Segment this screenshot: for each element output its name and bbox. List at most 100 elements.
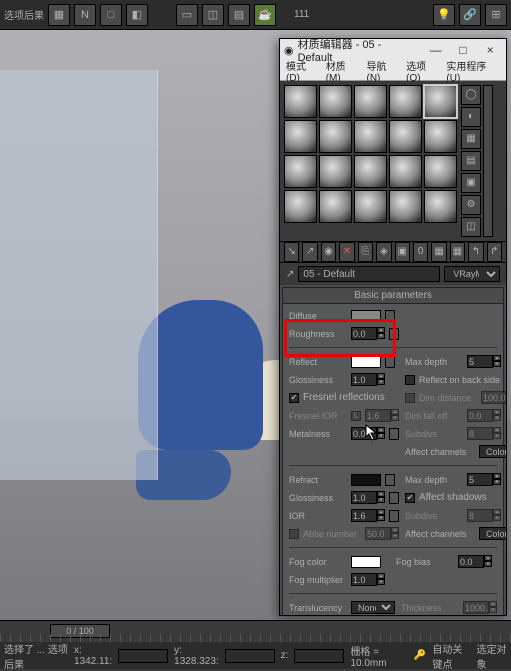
diffuse-swatch[interactable] (351, 310, 381, 322)
minimize-button[interactable]: — (424, 41, 447, 59)
backside-checkbox[interactable] (405, 375, 415, 385)
abbe-checkbox[interactable] (289, 529, 299, 539)
map-button[interactable] (389, 492, 399, 504)
material-slot[interactable] (354, 120, 387, 153)
dim-dist-checkbox[interactable] (405, 393, 415, 403)
material-slot[interactable] (319, 120, 352, 153)
go-parent-icon[interactable]: ↰ (468, 242, 483, 262)
material-id-icon[interactable]: 0 (413, 242, 428, 262)
fog-color-swatch[interactable] (351, 556, 381, 568)
material-slot[interactable] (319, 85, 352, 118)
refract-swatch[interactable] (351, 474, 381, 486)
render-button[interactable]: ☕ (254, 4, 276, 26)
abbe-spinner[interactable]: ▴▾ (365, 527, 399, 540)
map-button[interactable] (385, 474, 395, 486)
tool-button[interactable]: ⊞ (485, 4, 507, 26)
affect-t-dropdown[interactable]: Color only (479, 527, 506, 540)
material-slot[interactable] (354, 155, 387, 188)
material-slot[interactable] (389, 85, 422, 118)
show-end-icon[interactable]: ▦ (450, 242, 465, 262)
ior-spinner[interactable]: ▴▾ (351, 509, 385, 522)
affect-shadows-checkbox[interactable]: ✔ (405, 493, 415, 503)
material-slot[interactable] (424, 155, 457, 188)
background-icon[interactable]: ▦ (461, 129, 481, 149)
tool-button[interactable]: ▭ (176, 4, 198, 26)
max-depth-t-spinner[interactable]: ▴▾ (467, 473, 501, 486)
scrollbar[interactable] (483, 85, 493, 237)
fog-mult-spinner[interactable]: ▴▾ (351, 573, 385, 586)
pick-icon[interactable]: ↗ (286, 269, 294, 280)
go-forward-icon[interactable]: ↱ (487, 242, 502, 262)
roughness-spinner[interactable]: ▴▾ (351, 327, 385, 340)
menu-material[interactable]: 材质(M) (326, 58, 361, 84)
tool-button[interactable]: □ (100, 4, 122, 26)
tool-button[interactable]: N (74, 4, 96, 26)
get-material-icon[interactable]: ↘ (284, 242, 299, 262)
material-slot[interactable] (284, 155, 317, 188)
reset-icon[interactable]: ✕ (339, 242, 354, 262)
gloss-t-spinner[interactable]: ▴▾ (351, 491, 385, 504)
make-unique-icon[interactable]: ◈ (376, 242, 391, 262)
material-slot[interactable] (319, 190, 352, 223)
rollup-header[interactable]: Basic parameters (283, 288, 503, 304)
lock-icon[interactable]: L (351, 411, 361, 421)
close-button[interactable]: × (479, 41, 502, 59)
material-slot[interactable] (284, 190, 317, 223)
backlight-icon[interactable]: ◐ (461, 107, 481, 127)
material-slot[interactable] (389, 120, 422, 153)
map-button[interactable] (389, 428, 399, 440)
show-map-icon[interactable]: ▦ (431, 242, 446, 262)
options-icon[interactable]: ⚙ (461, 195, 481, 215)
reflect-swatch[interactable] (351, 356, 381, 368)
select-icon[interactable]: ◫ (461, 217, 481, 237)
x-input[interactable] (118, 649, 168, 663)
timeline[interactable]: 0 / 100 (0, 620, 511, 642)
y-input[interactable] (225, 649, 275, 663)
material-slot[interactable] (389, 190, 422, 223)
subdivs-t-spinner[interactable]: ▴▾ (467, 509, 501, 522)
material-type-button[interactable]: VRayMtl (444, 266, 500, 282)
menu-util[interactable]: 实用程序(U) (446, 58, 500, 84)
material-name-input[interactable] (298, 266, 440, 282)
tool-button[interactable]: ▦ (48, 4, 70, 26)
material-slot[interactable] (424, 190, 457, 223)
menu-mode[interactable]: 模式(D) (286, 58, 320, 84)
fresnel-ior-spinner[interactable]: ▴▾ (365, 409, 399, 422)
translucency-dropdown[interactable]: None (351, 601, 395, 614)
material-slot[interactable] (284, 120, 317, 153)
sample-type-icon[interactable]: ◯ (461, 85, 481, 105)
auto-key-button[interactable]: 自动关键点 (432, 641, 470, 671)
fog-bias-spinner[interactable]: ▴▾ (458, 555, 492, 568)
menu-options[interactable]: 选项(O) (406, 58, 440, 84)
tool-button[interactable]: ◫ (202, 4, 224, 26)
link-icon[interactable]: 🔗 (459, 4, 481, 26)
z-input[interactable] (294, 649, 344, 663)
lock-icon[interactable]: 🔑 (414, 650, 426, 661)
light-icon[interactable]: 💡 (433, 4, 455, 26)
uv-icon[interactable]: ▤ (461, 151, 481, 171)
tool-button[interactable]: ◧ (126, 4, 148, 26)
maximize-button[interactable]: □ (451, 41, 474, 59)
thickness-spinner[interactable]: ▴▾ (463, 601, 497, 614)
tool-button[interactable]: ▤ (228, 4, 250, 26)
material-slot-selected[interactable] (424, 85, 457, 118)
subdivs-spinner[interactable]: ▴▾ (467, 427, 501, 440)
map-button[interactable] (385, 356, 395, 368)
video-icon[interactable]: ▣ (461, 173, 481, 193)
copy-icon[interactable]: ⎘ (358, 242, 373, 262)
assign-icon[interactable]: ◉ (321, 242, 336, 262)
put-to-scene-icon[interactable]: ↗ (302, 242, 317, 262)
map-button[interactable] (389, 328, 399, 340)
put-library-icon[interactable]: ▣ (395, 242, 410, 262)
dim-falloff-spinner[interactable]: ▴▾ (467, 409, 501, 422)
menu-nav[interactable]: 导航(N) (366, 58, 400, 84)
material-slot[interactable] (354, 190, 387, 223)
material-slot[interactable] (424, 120, 457, 153)
material-slot[interactable] (389, 155, 422, 188)
max-depth-spinner[interactable]: ▴▾ (467, 355, 501, 368)
fresnel-checkbox[interactable]: ✔ (289, 393, 299, 403)
affect-dropdown[interactable]: Color only (479, 445, 506, 458)
dim-dist-spinner[interactable]: ▴▾ (481, 391, 506, 404)
material-slot[interactable] (354, 85, 387, 118)
material-slot[interactable] (284, 85, 317, 118)
